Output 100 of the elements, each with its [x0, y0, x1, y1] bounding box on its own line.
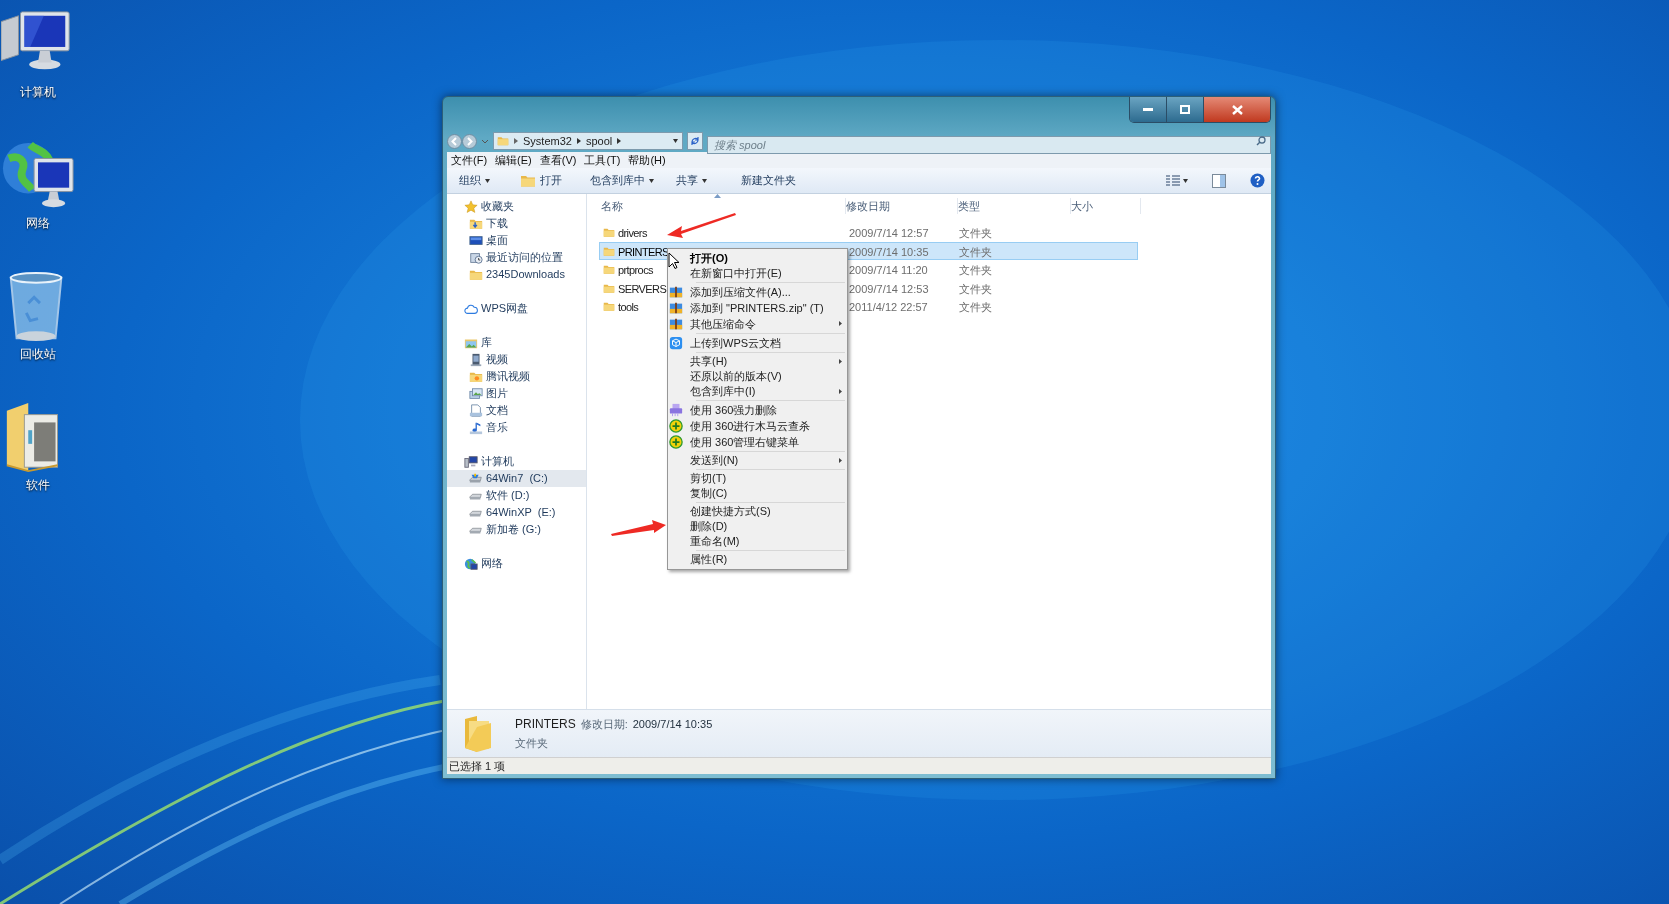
menu-item[interactable]: 其他压缩命令 [668, 316, 847, 332]
menu-item[interactable]: 发送到(N) [668, 453, 847, 468]
file-name[interactable]: PRINTERS [618, 243, 669, 260]
refresh-icon [690, 136, 700, 146]
file-type: 文件夹 [959, 244, 992, 260]
column-header[interactable]: 修改日期 [846, 198, 958, 214]
nav-item[interactable]: 新加卷 (G:) [447, 521, 586, 538]
icon-label[interactable]: 软件 [26, 478, 50, 492]
menu-item[interactable]: 属性(R) [668, 552, 847, 567]
nav-item[interactable]: 计算机 [447, 453, 586, 470]
file-type: 文件夹 [959, 281, 992, 297]
back-icon[interactable] [447, 133, 462, 149]
file-date: 2009/7/14 10:35 [849, 244, 929, 260]
search-field[interactable]: 搜索 spool [707, 136, 1271, 154]
toolbar-button[interactable]: 打开 [514, 169, 568, 192]
archive-icon [669, 285, 683, 299]
file-name[interactable]: prtprocs [618, 262, 653, 279]
music-icon [469, 420, 483, 435]
toolbar-button[interactable]: 包含到库中 [584, 169, 660, 192]
maximize-button[interactable] [1167, 97, 1204, 122]
menu-item[interactable]: 文件(F) [451, 153, 488, 167]
menu-item[interactable]: 添加到压缩文件(A)... [668, 284, 847, 300]
minimize-button[interactable] [1130, 97, 1167, 122]
file-name[interactable]: tools [618, 299, 639, 316]
menu-item[interactable]: 帮助(H) [628, 153, 666, 167]
documents-icon [469, 403, 483, 418]
network-icon [464, 556, 478, 571]
menu-item[interactable]: 删除(D) [668, 519, 847, 534]
file-name[interactable]: drivers [618, 225, 647, 242]
file-type: 文件夹 [959, 263, 992, 278]
nav-item[interactable]: 2345Downloads [447, 266, 586, 283]
menu-item[interactable]: 上传到WPS云文档 [668, 335, 847, 351]
shredder-icon [669, 403, 683, 417]
nav-item[interactable]: 音乐 [447, 419, 586, 436]
column-header[interactable]: 大小 [1071, 198, 1141, 214]
nav-item[interactable]: 收藏夹 [447, 198, 586, 215]
nav-item[interactable]: 腾讯视频 [447, 368, 586, 385]
menu-item[interactable]: 还原以前的版本(V) [668, 369, 847, 384]
nav-item[interactable]: 64Win7 (C:) [447, 470, 586, 487]
nav-item[interactable]: 视频 [447, 351, 586, 368]
menu-item[interactable]: 共享(H) [668, 354, 847, 369]
nav-item[interactable]: 软件 (D:) [447, 487, 586, 504]
menu-item[interactable]: 复制(C) [668, 486, 847, 501]
address-bar[interactable]: System32 spool [493, 132, 683, 150]
menu-item[interactable]: 创建快捷方式(S) [668, 504, 847, 519]
nav-item[interactable]: 桌面 [447, 232, 586, 249]
nav-item[interactable]: 库 [447, 334, 586, 351]
icon-label[interactable]: 计算机 [20, 85, 56, 99]
plus-circle-icon [669, 419, 683, 433]
menu-item[interactable]: 使用 360强力删除 [668, 402, 847, 418]
recent-places-icon [469, 250, 483, 265]
forward-icon[interactable] [462, 133, 477, 149]
column-header[interactable]: 类型 [958, 198, 1071, 214]
menu-item[interactable]: 工具(T) [584, 153, 621, 167]
drive-icon [469, 471, 483, 486]
arrow-annotation [611, 517, 667, 537]
nav-item[interactable]: 图片 [447, 385, 586, 402]
file-date: 2011/4/12 22:57 [849, 300, 928, 315]
refresh-button[interactable] [687, 132, 703, 150]
menu-item[interactable]: 使用 360进行木马云查杀 [668, 418, 847, 434]
nav-item[interactable]: 64WinXP (E:) [447, 504, 586, 521]
nav-item[interactable]: 文档 [447, 402, 586, 419]
toolbar-button[interactable]: 组织 [453, 169, 496, 192]
menu-item[interactable]: 重命名(M) [668, 534, 847, 549]
icon-label[interactable]: 网络 [26, 216, 50, 230]
icon-label[interactable]: 回收站 [20, 347, 56, 361]
chevron-icon[interactable] [575, 137, 582, 145]
toolbar-button[interactable]: 新建文件夹 [735, 169, 802, 192]
menu-item[interactable]: 使用 360管理右键菜单 [668, 434, 847, 450]
close-button[interactable] [1204, 97, 1270, 122]
item-name: PRINTERS [515, 716, 576, 734]
chevron-icon[interactable] [616, 137, 623, 145]
folder-icon [603, 226, 615, 239]
nav-item[interactable]: 最近访问的位置 [447, 249, 586, 266]
maximize-icon [1180, 105, 1190, 114]
file-name[interactable]: SERVERS [618, 280, 667, 297]
file-type: 文件夹 [959, 226, 992, 241]
toolbar-button[interactable]: 共享 [670, 169, 713, 192]
nav-item[interactable]: 网络 [447, 555, 586, 572]
menu-item[interactable]: 查看(V) [539, 153, 577, 167]
caret-icon[interactable] [1183, 178, 1188, 183]
menu-item[interactable]: 编辑(E) [495, 153, 532, 167]
mouse-cursor-icon [668, 252, 680, 270]
close-icon [1231, 104, 1243, 115]
menu-item[interactable]: 添加到 "PRINTERS.zip" (T) [668, 300, 847, 316]
item-type: 文件夹 [515, 736, 549, 752]
help-icon[interactable] [1250, 173, 1265, 188]
menu-item[interactable]: 剪切(T) [668, 471, 847, 486]
chevron-icon [513, 137, 519, 145]
nav-item[interactable]: WPS网盘 [447, 300, 586, 317]
breadcrumb-item[interactable]: spool [585, 134, 613, 148]
search-icon[interactable] [1256, 136, 1266, 146]
detail-value: 2009/7/14 10:35 [632, 717, 713, 733]
dropdown-icon[interactable] [672, 137, 679, 145]
breadcrumb-item[interactable]: System32 [523, 134, 572, 148]
menu-item[interactable]: 包含到库中(I) [668, 384, 847, 399]
menu-item[interactable]: 在新窗口中打开(E) [668, 266, 847, 281]
preview-pane-icon[interactable] [1212, 173, 1226, 188]
nav-item[interactable]: 下载 [447, 215, 586, 232]
plus-circle-icon [669, 435, 683, 449]
